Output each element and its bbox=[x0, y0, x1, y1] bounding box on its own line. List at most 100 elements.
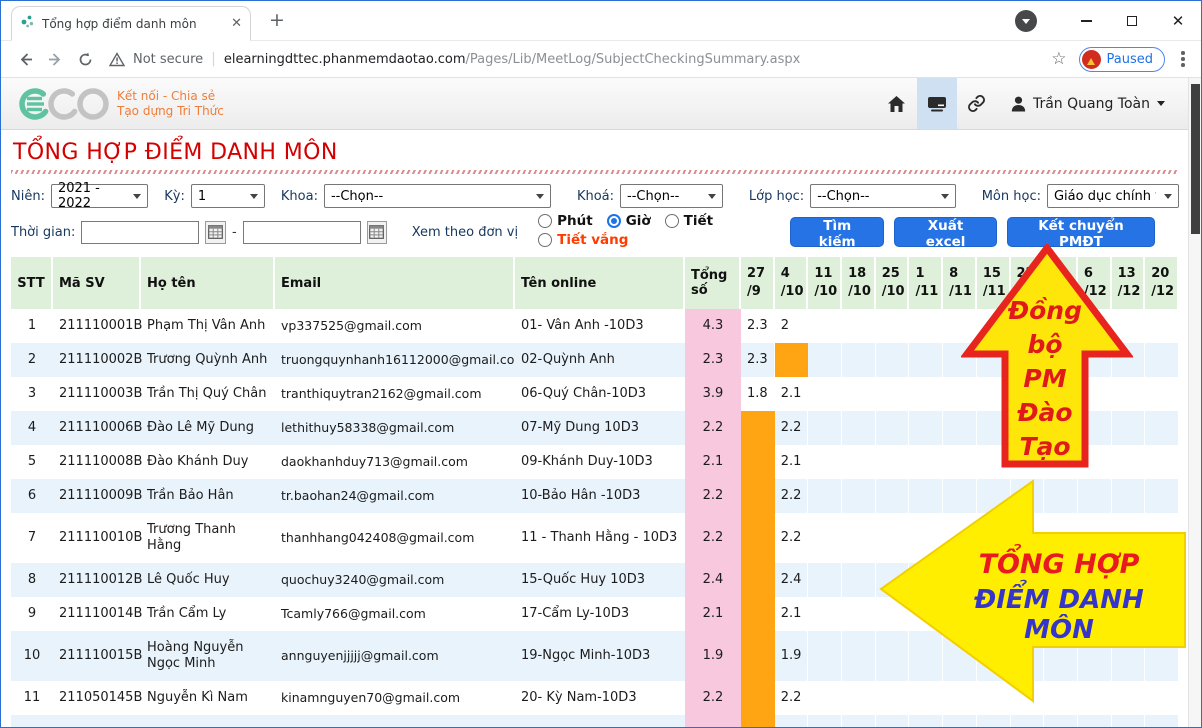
cell-ma-sv: 211110010B bbox=[53, 513, 141, 563]
chevron-down-icon bbox=[941, 194, 949, 203]
refresh-icon[interactable] bbox=[73, 47, 97, 71]
cell-stt: 7 bbox=[11, 513, 53, 563]
device-icon[interactable] bbox=[917, 78, 957, 129]
maximize-button[interactable] bbox=[1109, 1, 1155, 41]
attendance-cell: 2.3 bbox=[741, 309, 775, 343]
chevron-down-icon bbox=[1164, 194, 1172, 203]
cell-ten-online: 09-Khánh Duy-10D3 bbox=[515, 445, 685, 479]
cell-tong-so: 2.3 bbox=[685, 343, 741, 377]
date-to-input[interactable] bbox=[243, 221, 361, 244]
khoa-label: Khoa: bbox=[281, 189, 318, 204]
new-tab-icon[interactable]: + bbox=[265, 9, 289, 33]
ky-select[interactable]: 1 bbox=[191, 184, 265, 208]
attendance-cell bbox=[1078, 715, 1112, 728]
browser-window: Tổng hợp điểm danh môn ✕ + ✕ Not secure … bbox=[0, 0, 1202, 728]
cell-ma-sv: 211110008B bbox=[53, 445, 141, 479]
attendance-cell bbox=[808, 631, 842, 681]
cell-stt: 8 bbox=[11, 563, 53, 597]
attendance-cell: 2.3 bbox=[741, 343, 775, 377]
back-icon[interactable] bbox=[13, 47, 37, 71]
cell-tong-so: 4.3 bbox=[685, 309, 741, 343]
cell-tong-so: 2.2 bbox=[685, 411, 741, 445]
date-column-header: 25/10 bbox=[876, 257, 910, 309]
cell-tong-so: 2.2 bbox=[685, 681, 741, 715]
radio-icon[interactable] bbox=[607, 214, 621, 228]
tab-close-icon[interactable]: ✕ bbox=[231, 17, 242, 30]
attendance-cell bbox=[876, 377, 910, 411]
calendar-icon[interactable] bbox=[367, 221, 388, 244]
tab-title: Tổng hợp điểm danh môn bbox=[42, 17, 224, 31]
action-button[interactable]: Tìm kiếm bbox=[790, 217, 884, 247]
attendance-cell bbox=[842, 563, 876, 597]
column-header: Tên online bbox=[515, 257, 685, 309]
cell-stt: 4 bbox=[11, 411, 53, 445]
unit-radio[interactable]: Tiết vắng bbox=[538, 232, 628, 248]
date-column-header: 11/10 bbox=[808, 257, 842, 309]
action-button[interactable]: Kết chuyển PMĐT bbox=[1007, 217, 1155, 247]
unit-radio[interactable]: Tiết bbox=[665, 213, 713, 229]
attendance-cell: 2.4 bbox=[775, 563, 809, 597]
attendance-cell bbox=[842, 715, 876, 728]
eco-logo[interactable]: Kết nối - Chia sẻ Tạo dựng Tri Thức bbox=[17, 84, 224, 124]
page-title: TỔNG HỢP ĐIỂM DANH MÔN bbox=[13, 140, 1179, 165]
attendance-cell bbox=[808, 513, 842, 563]
cell-ho-ten: Phạm Thị Vân Anh bbox=[141, 309, 275, 343]
attendance-cell bbox=[808, 309, 842, 343]
attendance-cell bbox=[1145, 411, 1179, 445]
cell-ten-online: 11 - Thanh Hằng - 10D3 bbox=[515, 513, 685, 563]
left-arrow-line2: ĐIỂM DANH MÔN bbox=[935, 585, 1183, 645]
attendance-cell bbox=[876, 411, 910, 445]
omnibox[interactable]: Not secure | elearningdttec.phanmemdaota… bbox=[103, 51, 1045, 67]
cell-tong-so: 2.1 bbox=[685, 597, 741, 631]
nien-select[interactable]: 2021 - 2022 bbox=[51, 184, 148, 208]
cell-ten-online: 07-Mỹ Dung 10D3 bbox=[515, 411, 685, 445]
extension-paused-badge[interactable]: Paused bbox=[1079, 47, 1165, 72]
cell-tong-so bbox=[685, 715, 741, 728]
khoa-select[interactable]: --Chọn-- bbox=[324, 184, 551, 208]
cell-ho-ten: Trương Quỳnh Anh bbox=[141, 343, 275, 377]
scrollbar-thumb[interactable] bbox=[1191, 84, 1200, 234]
cell-ma-sv: 211110003B bbox=[53, 377, 141, 411]
mon-select[interactable]: Giáo dục chính trị - bbox=[1047, 184, 1179, 208]
khoa2-select[interactable]: --Chọn-- bbox=[620, 184, 723, 208]
date-from-input[interactable] bbox=[81, 221, 199, 244]
radio-icon[interactable] bbox=[665, 214, 679, 228]
absent-cell bbox=[741, 597, 775, 631]
cell-email: annguyenjjjjj@gmail.com bbox=[275, 631, 515, 681]
cell-stt: 1 bbox=[11, 309, 53, 343]
bookmark-star-icon[interactable]: ☆ bbox=[1051, 49, 1066, 69]
home-icon[interactable] bbox=[877, 78, 917, 129]
attendance-cell bbox=[876, 309, 910, 343]
not-secure-icon bbox=[109, 52, 125, 67]
radio-icon[interactable] bbox=[538, 214, 552, 228]
action-button[interactable]: Xuất excel bbox=[894, 217, 997, 247]
browser-menu-icon[interactable] bbox=[1181, 51, 1185, 67]
page-scrollbar[interactable] bbox=[1188, 78, 1201, 727]
user-menu[interactable]: Trần Quang Toàn bbox=[997, 96, 1179, 112]
calendar-icon[interactable] bbox=[205, 221, 226, 244]
cell-ten-online: 17-Cẩm Ly-10D3 bbox=[515, 597, 685, 631]
cell-ho-ten: Hoàng Nguyễn Ngọc Minh bbox=[141, 631, 275, 681]
attendance-cell: 2.1 bbox=[775, 445, 809, 479]
summary-annotation-arrow: TỔNG HỢP ĐIỂM DANH MÔN bbox=[877, 475, 1189, 707]
cell-email: Tcamly766@gmail.com bbox=[275, 597, 515, 631]
link-icon[interactable] bbox=[957, 78, 997, 129]
chevron-down-icon bbox=[1157, 101, 1165, 110]
unit-radio[interactable]: Giờ bbox=[607, 213, 651, 229]
absent-cell bbox=[741, 513, 775, 563]
lop-select[interactable]: --Chọn-- bbox=[810, 184, 956, 208]
attendance-cell bbox=[1145, 445, 1179, 479]
unit-radio[interactable]: Phút bbox=[538, 213, 593, 229]
close-button[interactable]: ✕ bbox=[1155, 1, 1201, 41]
browser-tab[interactable]: Tổng hợp điểm danh môn ✕ bbox=[11, 6, 251, 41]
mon-label: Môn học: bbox=[982, 189, 1041, 204]
attendance-cell bbox=[808, 479, 842, 513]
minimize-button[interactable] bbox=[1063, 1, 1109, 41]
radio-label: Tiết bbox=[684, 213, 713, 229]
cell-tong-so: 1.9 bbox=[685, 631, 741, 681]
radio-icon[interactable] bbox=[538, 233, 552, 247]
radio-label: Giờ bbox=[626, 213, 651, 229]
browser-profile-icon[interactable] bbox=[1015, 10, 1037, 32]
forward-icon[interactable] bbox=[43, 47, 67, 71]
attendance-cell bbox=[876, 445, 910, 479]
